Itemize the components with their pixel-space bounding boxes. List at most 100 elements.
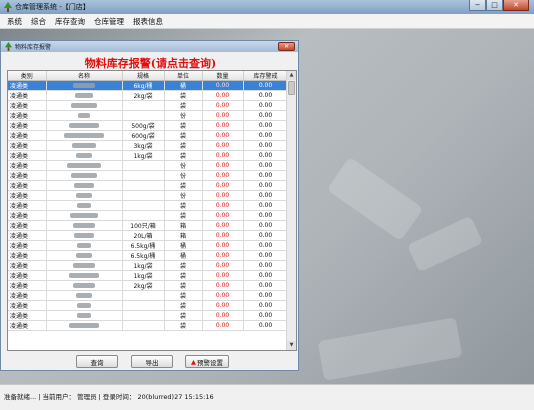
stock-threshold-cell[interactable]: 0.00 <box>243 300 289 311</box>
quantity-cell[interactable]: 0.00 <box>202 150 244 161</box>
name-cell[interactable] <box>46 280 123 291</box>
menu-general[interactable]: 综合 <box>31 16 46 27</box>
unit-cell[interactable]: 份 <box>164 170 203 181</box>
name-cell[interactable] <box>46 180 123 191</box>
stock-threshold-cell[interactable]: 0.00 <box>243 180 289 191</box>
spec-cell[interactable] <box>122 110 165 121</box>
spec-cell[interactable]: 3kg/袋 <box>122 140 165 151</box>
name-cell[interactable] <box>46 220 123 231</box>
name-cell[interactable] <box>46 250 123 261</box>
name-cell[interactable] <box>46 150 123 161</box>
stock-threshold-cell[interactable]: 0.00 <box>243 230 289 241</box>
category-cell[interactable]: 凌通类 <box>8 140 47 151</box>
menu-warehouse-management[interactable]: 仓库管理 <box>94 16 124 27</box>
unit-cell[interactable]: 袋 <box>164 210 203 221</box>
stock-threshold-cell[interactable]: 0.00 <box>243 120 289 131</box>
table-row[interactable]: 凌通类 袋 0.00 0.00 <box>8 320 289 331</box>
stock-threshold-cell[interactable]: 0.00 <box>243 190 289 201</box>
name-cell[interactable] <box>46 190 123 201</box>
table-row[interactable]: 凌通类 袋 0.00 0.00 <box>8 290 289 301</box>
table-row[interactable]: 凌通类 份 0.00 0.00 <box>8 170 289 181</box>
spec-cell[interactable] <box>122 320 165 331</box>
name-cell[interactable] <box>46 240 123 251</box>
name-cell[interactable] <box>46 260 123 271</box>
table-row[interactable]: 凌通类 2kg/袋 袋 0.00 0.00 <box>8 90 289 101</box>
category-cell[interactable]: 凌通类 <box>8 250 47 261</box>
spec-cell[interactable]: 20L/箱 <box>122 230 165 241</box>
stock-threshold-cell[interactable]: 0.00 <box>243 270 289 281</box>
spec-cell[interactable]: 100只/箱 <box>122 220 165 231</box>
stock-threshold-cell[interactable]: 0.00 <box>243 240 289 251</box>
export-button[interactable]: 导出 <box>131 355 173 368</box>
stock-threshold-cell[interactable]: 0.00 <box>243 100 289 111</box>
stock-threshold-cell[interactable]: 0.00 <box>243 110 289 121</box>
stock-threshold-cell[interactable]: 0.00 <box>243 160 289 171</box>
name-cell[interactable] <box>46 300 123 311</box>
spec-cell[interactable] <box>122 190 165 201</box>
stock-threshold-cell[interactable]: 0.00 <box>243 310 289 321</box>
unit-cell[interactable]: 份 <box>164 190 203 201</box>
spec-cell[interactable]: 6.5kg/桶 <box>122 240 165 251</box>
category-cell[interactable]: 凌通类 <box>8 80 47 91</box>
name-cell[interactable] <box>46 90 123 101</box>
category-cell[interactable]: 凌通类 <box>8 280 47 291</box>
unit-cell[interactable]: 袋 <box>164 150 203 161</box>
spec-cell[interactable]: 600g/袋 <box>122 130 165 141</box>
table-row[interactable]: 凌通类 袋 0.00 0.00 <box>8 300 289 311</box>
maximize-button[interactable]: □ <box>486 0 503 11</box>
category-cell[interactable]: 凌通类 <box>8 270 47 281</box>
unit-cell[interactable]: 袋 <box>164 120 203 131</box>
column-header-stock-threshold[interactable]: 库存警戒 <box>243 71 289 81</box>
unit-cell[interactable]: 袋 <box>164 260 203 271</box>
name-cell[interactable] <box>46 230 123 241</box>
category-cell[interactable]: 凌通类 <box>8 120 47 131</box>
unit-cell[interactable]: 袋 <box>164 320 203 331</box>
category-cell[interactable]: 凌通类 <box>8 290 47 301</box>
table-row[interactable]: 凌通类 6kg/桶 桶 0.00 0.00 <box>8 80 289 91</box>
quantity-cell[interactable]: 0.00 <box>202 290 244 301</box>
stock-threshold-cell[interactable]: 0.00 <box>243 200 289 211</box>
stock-threshold-cell[interactable]: 0.00 <box>243 320 289 331</box>
query-button[interactable]: 查询 <box>76 355 118 368</box>
menu-system[interactable]: 系统 <box>7 16 22 27</box>
column-header-unit[interactable]: 单位 <box>164 71 203 81</box>
vertical-scrollbar[interactable]: ▲ ▼ <box>286 71 296 350</box>
name-cell[interactable] <box>46 320 123 331</box>
category-cell[interactable]: 凌通类 <box>8 220 47 231</box>
inventory-grid[interactable]: 类别 名称 规格 单位 数量 库存警戒 凌通类 6kg/桶桶 0.00 0.00 凌通类… <box>7 70 297 351</box>
quantity-cell[interactable]: 0.00 <box>202 310 244 321</box>
category-cell[interactable]: 凌通类 <box>8 130 47 141</box>
stock-threshold-cell[interactable]: 0.00 <box>243 130 289 141</box>
column-header-category[interactable]: 类别 <box>8 71 47 81</box>
quantity-cell[interactable]: 0.00 <box>202 120 244 131</box>
table-row[interactable]: 凌通类 1kg/袋 袋 0.00 0.00 <box>8 150 289 161</box>
unit-cell[interactable]: 袋 <box>164 270 203 281</box>
unit-cell[interactable]: 袋 <box>164 180 203 191</box>
main-window-titlebar[interactable]: 仓库管理系统 -【门店】 − □ ✕ <box>0 0 534 14</box>
spec-cell[interactable] <box>122 180 165 191</box>
category-cell[interactable]: 凌通类 <box>8 90 47 101</box>
quantity-cell[interactable]: 0.00 <box>202 270 244 281</box>
stock-threshold-cell[interactable]: 0.00 <box>243 290 289 301</box>
stock-threshold-cell[interactable]: 0.00 <box>243 140 289 151</box>
name-cell[interactable] <box>46 270 123 281</box>
stock-threshold-cell[interactable]: 0.00 <box>243 90 289 101</box>
table-row[interactable]: 凌通类 2kg/袋 袋 0.00 0.00 <box>8 280 289 291</box>
category-cell[interactable]: 凌通类 <box>8 100 47 111</box>
table-row[interactable]: 凌通类 20L/箱 箱 0.00 0.00 <box>8 230 289 241</box>
quantity-cell[interactable]: 0.00 <box>202 160 244 171</box>
name-cell[interactable] <box>46 120 123 131</box>
stock-threshold-cell[interactable]: 0.00 <box>243 150 289 161</box>
unit-cell[interactable]: 桶 <box>164 240 203 251</box>
menu-reports[interactable]: 报表信息 <box>133 16 163 27</box>
name-cell[interactable] <box>46 160 123 171</box>
quantity-cell[interactable]: 0.00 <box>202 210 244 221</box>
category-cell[interactable]: 凌通类 <box>8 160 47 171</box>
name-cell[interactable] <box>46 130 123 141</box>
table-row[interactable]: 凌通类 6.5kg/桶 桶 0.00 0.00 <box>8 240 289 251</box>
quantity-cell[interactable]: 0.00 <box>202 320 244 331</box>
stock-threshold-cell[interactable]: 0.00 <box>243 260 289 271</box>
unit-cell[interactable]: 份 <box>164 110 203 121</box>
category-cell[interactable]: 凌通类 <box>8 210 47 221</box>
column-header-name[interactable]: 名称 <box>46 71 123 81</box>
